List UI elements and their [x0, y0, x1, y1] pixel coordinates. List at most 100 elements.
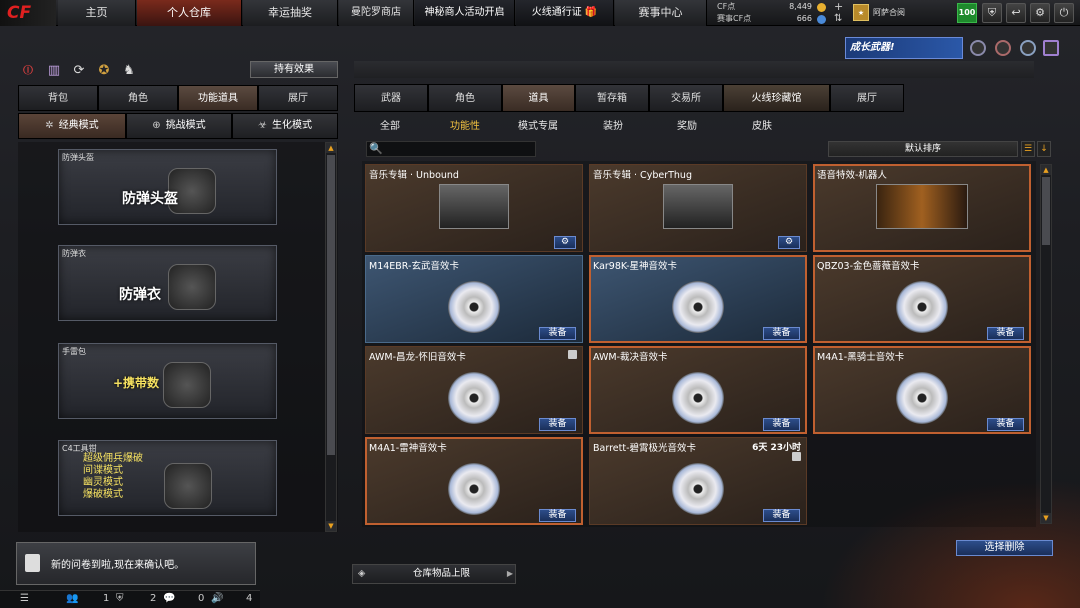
tab-backpack[interactable]: 背包	[18, 85, 98, 111]
menu-icon[interactable]: ☰	[20, 593, 29, 604]
power-icon[interactable]: ⏻	[1054, 3, 1074, 23]
pliers-icon	[164, 463, 212, 509]
equip-button[interactable]: 装备	[987, 418, 1024, 431]
item-sound-card-awm-dragon[interactable]: AWM-昌龙-怀旧音效卡 装备	[365, 346, 583, 434]
clan-badge-icon[interactable]	[995, 40, 1011, 56]
gear-icon[interactable]: ⚙	[554, 236, 576, 249]
nav-mandala-shop[interactable]: 曼陀罗商店	[339, 0, 414, 26]
grenade-icon	[163, 362, 211, 408]
subtab-functional[interactable]: 功能性	[450, 117, 480, 132]
item-sound-card-kar98k[interactable]: Kar98K-星神音效卡 装备	[589, 255, 807, 343]
stats-icon[interactable]: ▥	[46, 63, 62, 79]
friends-icon[interactable]: 👥	[66, 593, 78, 604]
list-view-icon[interactable]: ☰	[1021, 141, 1035, 157]
boost-icon[interactable]: ✪	[96, 63, 112, 79]
nav-battle-pass[interactable]: 火线通行证 🎁	[516, 0, 614, 26]
search-input[interactable]: 🔍	[366, 141, 536, 157]
add-cf-icon[interactable]: +	[834, 1, 843, 12]
item-album-cyberthug[interactable]: 音乐专辑 · CyberThug ⚙	[589, 164, 807, 252]
tab-exchange[interactable]: 交易所	[649, 84, 723, 112]
item-sound-card-qbz03[interactable]: QBZ03-金色蔷薇音效卡 装备	[813, 255, 1031, 343]
scroll-thumb[interactable]	[1042, 177, 1050, 245]
tab-storage-box[interactable]: 暂存箱	[575, 84, 649, 112]
subtab-skins[interactable]: 皮肤	[752, 117, 772, 132]
clan-count: 2	[150, 593, 157, 604]
cf-point-value: 8,449	[789, 2, 812, 11]
nav-home[interactable]: 主页	[58, 0, 136, 26]
warehouse-capacity[interactable]: ◈ 仓库物品上限 ▶	[352, 564, 516, 584]
left-scrollbar[interactable]: ▲ ▼	[325, 142, 337, 532]
nav-event-center[interactable]: 赛事中心	[615, 0, 707, 26]
nav-lottery[interactable]: 幸运抽奖	[243, 0, 338, 26]
equip-button[interactable]: 装备	[539, 509, 576, 522]
exchange-icon[interactable]: ⇅	[834, 13, 842, 24]
return-icon[interactable]: ↩	[1006, 3, 1026, 23]
tab-showroom[interactable]: 展厅	[258, 85, 338, 111]
item-card-grenade-pack[interactable]: 手雷包 +携带数	[58, 343, 277, 419]
shield-icon[interactable]: ⛨	[982, 3, 1002, 23]
item-sound-card-m14ebr[interactable]: M14EBR-玄武音效卡 装备	[365, 255, 583, 343]
item-sound-card-m4a1-thor[interactable]: M4A1-雷神音效卡 装备	[365, 437, 583, 525]
clan-icon[interactable]: ⛨	[116, 593, 124, 604]
bag-icon[interactable]: ♞	[121, 63, 137, 79]
scroll-up-icon[interactable]: ▲	[1041, 165, 1051, 175]
item-card-vest[interactable]: 防弹衣 防弹衣	[58, 245, 277, 321]
sort-direction-icon[interactable]: ↓	[1037, 141, 1051, 157]
item-card-c4-pliers[interactable]: C4工具钳 超级佣兵爆破 间谍模式 幽灵模式 爆破模式	[58, 440, 277, 516]
tab-character[interactable]: 角色	[98, 85, 178, 111]
gear-icon[interactable]: ⚙	[1030, 3, 1050, 23]
item-card-helmet[interactable]: 防弹头盔 防弹头盔	[58, 149, 277, 225]
item-album-unbound[interactable]: 音乐专辑 · Unbound ⚙	[365, 164, 583, 252]
equip-button[interactable]: 装备	[539, 327, 576, 340]
growth-weapon-banner[interactable]: 成长武器!	[845, 37, 963, 59]
cf-logo[interactable]: CF	[0, 0, 56, 26]
level-badge: 100	[957, 3, 977, 23]
tab-roles[interactable]: 角色	[428, 84, 502, 112]
subtab-mode-exclusive[interactable]: 模式专属	[518, 117, 558, 132]
toggle-on-icon[interactable]: ⏼	[20, 63, 36, 79]
item-sound-card-awm-verdict[interactable]: AWM-裁决音效卡 装备	[589, 346, 807, 434]
card-label: 防弹头盔	[62, 153, 94, 162]
survey-notification[interactable]: 新的问卷到啦,现在来确认吧。	[16, 542, 256, 585]
tab-functional-items[interactable]: 功能道具	[178, 85, 258, 111]
scroll-up-icon[interactable]: ▲	[326, 143, 336, 153]
equip-button[interactable]: 装备	[763, 327, 800, 340]
tab-gallery[interactable]: 展厅	[830, 84, 904, 112]
chat-icon[interactable]: 💬	[163, 593, 175, 604]
scroll-down-icon[interactable]: ▼	[1041, 513, 1051, 523]
equip-button[interactable]: 装备	[539, 418, 576, 431]
equip-button[interactable]: 装备	[763, 418, 800, 431]
mode-zombie[interactable]: ☣ 生化模式	[232, 113, 338, 139]
item-sound-card-barrett[interactable]: Barrett-碧霄极光音效卡 6天 23小时 装备	[589, 437, 807, 525]
tab-items[interactable]: 道具	[502, 84, 575, 112]
nav-warehouse[interactable]: 个人仓库	[137, 0, 242, 26]
sort-dropdown[interactable]: 默认排序	[828, 141, 1018, 157]
active-effects-button[interactable]: 持有效果	[250, 61, 338, 78]
subtab-outfit[interactable]: 装扮	[603, 117, 623, 132]
username: 阿萨合阅	[873, 8, 905, 17]
disc-icon	[672, 372, 724, 424]
achievement-icon[interactable]	[1020, 40, 1036, 56]
mode-classic[interactable]: ✲ 经典模式	[18, 113, 126, 139]
rank-badge-icon[interactable]	[970, 40, 986, 56]
gear-icon[interactable]: ⚙	[778, 236, 800, 249]
refresh-icon[interactable]: ⟳	[71, 63, 87, 79]
target-icon: ⊕	[152, 120, 161, 131]
subtab-rewards[interactable]: 奖励	[677, 117, 697, 132]
scroll-thumb[interactable]	[327, 155, 335, 455]
rank-icon: ★	[853, 4, 869, 21]
scroll-down-icon[interactable]: ▼	[326, 521, 336, 531]
item-voice-robot[interactable]: 语音特效-机器人	[813, 164, 1031, 252]
subtab-all[interactable]: 全部	[380, 117, 400, 132]
select-delete-button[interactable]: 选择删除	[956, 540, 1053, 556]
mode-challenge[interactable]: ⊕ 挑战模式	[126, 113, 232, 139]
tab-weapons[interactable]: 武器	[354, 84, 428, 112]
equip-button[interactable]: 装备	[987, 327, 1024, 340]
nav-mystery-merchant[interactable]: 神秘商人活动开启	[415, 0, 515, 26]
speaker-icon[interactable]: 🔊	[211, 593, 223, 604]
item-sound-card-m4a1-black-knight[interactable]: M4A1-黑骑士音效卡 装备	[813, 346, 1031, 434]
tab-collection-hall[interactable]: 火线珍藏馆	[723, 84, 830, 112]
equip-button[interactable]: 装备	[763, 509, 800, 522]
right-scrollbar[interactable]: ▲ ▼	[1040, 164, 1052, 524]
vip-icon[interactable]	[1043, 40, 1059, 56]
